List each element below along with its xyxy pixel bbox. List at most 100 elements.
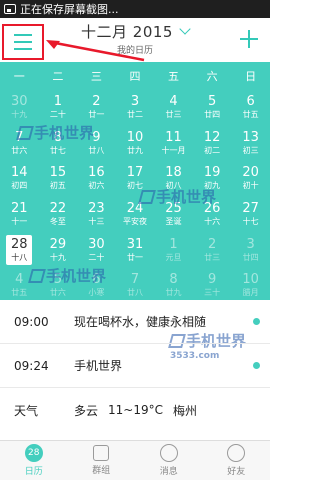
- lunar-date: 十七: [242, 217, 259, 227]
- day-number: 13: [242, 129, 259, 145]
- calendar-day[interactable]: 10 廿九: [116, 126, 155, 162]
- calendar-day[interactable]: 3 廿二: [116, 90, 155, 126]
- calendar-day[interactable]: 24 平安夜: [116, 197, 155, 233]
- calendar-day[interactable]: 5 廿四: [193, 90, 232, 126]
- calendar-day[interactable]: 14 初四: [0, 161, 39, 197]
- calendar-day[interactable]: 26 十六: [193, 197, 232, 233]
- day-number: 5: [207, 94, 217, 110]
- event-item[interactable]: 09:24 手机世界: [0, 344, 270, 388]
- event-time: 09:24: [14, 358, 49, 373]
- tab-group[interactable]: 群组: [68, 441, 136, 480]
- calendar-day[interactable]: 25 圣诞: [154, 197, 193, 233]
- tab-messages[interactable]: 消息: [135, 441, 203, 480]
- status-notification: 正在保存屏幕截图...: [20, 3, 119, 16]
- lunar-date: 初七: [126, 181, 143, 191]
- day-number: 29: [49, 236, 67, 252]
- calendar-day[interactable]: 5 廿六: [39, 268, 78, 304]
- calendar-day[interactable]: 20 初十: [231, 161, 270, 197]
- weekday-label: 一: [13, 70, 25, 83]
- message-icon: [159, 444, 178, 462]
- tab-calendar[interactable]: 28 日历: [0, 441, 68, 480]
- calendar-day[interactable]: 18 初八: [154, 161, 193, 197]
- day-number: 15: [49, 165, 67, 181]
- day-number: 2: [207, 236, 217, 252]
- calendar-day[interactable]: 12 初二: [193, 126, 232, 162]
- day-number: 9: [207, 272, 217, 288]
- day-number: 14: [11, 165, 28, 181]
- calendar-day[interactable]: 2 廿三: [193, 232, 232, 268]
- day-number: 8: [53, 129, 62, 145]
- lunar-date: 三十: [204, 288, 221, 298]
- calendar-day[interactable]: 4 廿五: [0, 268, 39, 304]
- calendar-day[interactable]: 1 二十: [39, 90, 78, 126]
- weather-row[interactable]: 天气 多云 11~19°C 梅州: [0, 388, 270, 432]
- lunar-date: 廿九: [126, 145, 143, 155]
- weather-condition: 多云: [74, 403, 99, 418]
- calendar-day[interactable]: 17 初七: [116, 161, 155, 197]
- calendar-day[interactable]: 7 廿六: [0, 126, 39, 162]
- lunar-date: 初六: [88, 181, 105, 191]
- calendar-day[interactable]: 3 廿四: [231, 232, 270, 268]
- tab-friends[interactable]: 好友: [203, 441, 271, 480]
- day-number: 28: [11, 236, 28, 252]
- calendar-day[interactable]: 9 廿八: [77, 126, 116, 162]
- day-number: 5: [53, 272, 62, 288]
- calendar-day-today[interactable]: 28 十八: [0, 232, 39, 268]
- day-number: 1: [53, 94, 62, 110]
- calendar-day[interactable]: 15 初五: [39, 161, 78, 197]
- calendar-day[interactable]: 1 元旦: [154, 232, 193, 268]
- add-event-button[interactable]: [238, 28, 260, 50]
- weekday-label: 四: [129, 70, 141, 83]
- hamburger-icon: [14, 34, 32, 36]
- lunar-date: 廿八: [126, 288, 143, 298]
- lunar-date: 二十: [88, 252, 105, 262]
- calendar-day[interactable]: 30 十九: [0, 90, 39, 126]
- calendar-day[interactable]: 9 三十: [193, 268, 232, 304]
- calendar-day[interactable]: 23 十三: [77, 197, 116, 233]
- lunar-date: 廿四: [204, 110, 221, 120]
- calendar-day[interactable]: 6 小寒: [77, 268, 116, 304]
- lunar-date: 小寒: [88, 288, 105, 298]
- calendar-day[interactable]: 4 廿三: [154, 90, 193, 126]
- calendar-day[interactable]: 22 冬至: [39, 197, 78, 233]
- calendar-day[interactable]: 30 二十: [77, 232, 116, 268]
- month-selector[interactable]: 十二月 2015 我的日历: [70, 21, 200, 56]
- lunar-date: 廿三: [165, 110, 182, 120]
- header: 十二月 2015 我的日历: [0, 18, 270, 62]
- day-number: 7: [15, 129, 24, 145]
- calendar-day[interactable]: 8 廿九: [154, 268, 193, 304]
- calendar-day[interactable]: 21 十一: [0, 197, 39, 233]
- calendar-day[interactable]: 7 廿八: [116, 268, 155, 304]
- calendar-day[interactable]: 8 廿七: [39, 126, 78, 162]
- calendar-day[interactable]: 10 腊月: [231, 268, 270, 304]
- day-number: 23: [88, 201, 105, 217]
- event-item[interactable]: 09:00 现在喝杯水，健康永相随: [0, 300, 270, 344]
- lunar-date: 廿一: [126, 252, 143, 262]
- weather-label: 天气: [14, 403, 39, 418]
- calendar-day[interactable]: 16 初六: [77, 161, 116, 197]
- lunar-date: 廿八: [88, 145, 105, 155]
- day-number: 2: [92, 94, 101, 110]
- day-number: 17: [126, 165, 144, 181]
- hamburger-icon-line: [14, 48, 32, 50]
- calendar-day[interactable]: 31 廿一: [116, 232, 155, 268]
- lunar-date: 初四: [11, 181, 28, 191]
- calendar-day[interactable]: 2 廿一: [77, 90, 116, 126]
- day-number: 30: [11, 94, 28, 110]
- day-number: 21: [11, 201, 28, 217]
- calendar-day[interactable]: 29 十九: [39, 232, 78, 268]
- lunar-date: 初五: [49, 181, 66, 191]
- calendar-day[interactable]: 27 十七: [231, 197, 270, 233]
- lunar-date: 十九: [11, 110, 28, 120]
- lunar-date: 廿七: [49, 145, 66, 155]
- calendar-day[interactable]: 19 初九: [193, 161, 232, 197]
- day-number: 22: [49, 201, 67, 217]
- lunar-date: 廿一: [88, 110, 105, 120]
- menu-button[interactable]: [2, 24, 44, 60]
- calendar-day[interactable]: 11 十一月: [154, 126, 193, 162]
- weather-city: 梅州: [173, 403, 198, 418]
- lunar-date: 十六: [204, 217, 221, 227]
- lunar-date: 二十: [49, 110, 66, 120]
- calendar-day[interactable]: 6 廿五: [231, 90, 270, 126]
- calendar-day[interactable]: 13 初三: [231, 126, 270, 162]
